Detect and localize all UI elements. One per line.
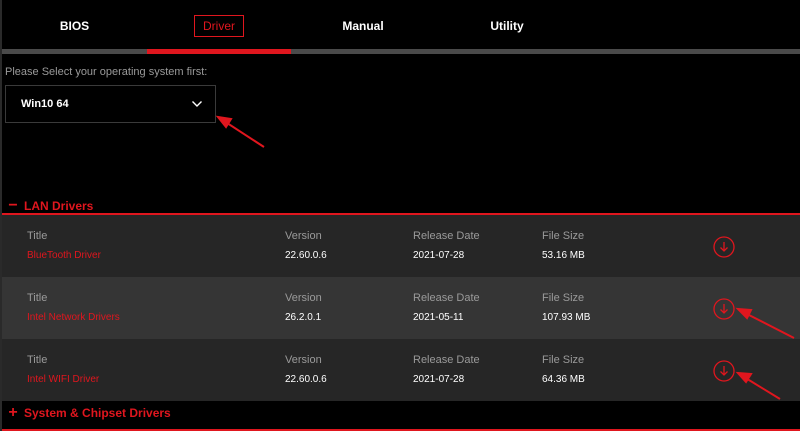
date-cell: Release Date 2021-07-28 xyxy=(413,354,480,385)
section-lan-label: LAN Drivers xyxy=(24,199,94,213)
table-row: Title Intel WIFI Driver Version 22.60.0.… xyxy=(2,339,800,401)
driver-file-size: 107.93 MB xyxy=(542,312,591,323)
table-row: Title Intel Network Drivers Version 26.2… xyxy=(2,277,800,339)
driver-title[interactable]: BlueTooth Driver xyxy=(27,250,101,261)
release-date-header: Release Date xyxy=(413,354,480,366)
file-size-header: File Size xyxy=(542,354,585,366)
version-cell: Version 22.60.0.6 xyxy=(285,230,327,261)
os-select-value: Win10 64 xyxy=(21,98,69,110)
tab-utility-label: Utility xyxy=(490,19,524,33)
table-row: Title BlueTooth Driver Version 22.60.0.6… xyxy=(2,215,800,277)
download-icon[interactable] xyxy=(713,236,735,258)
title-header: Title xyxy=(27,354,48,366)
active-tab-indicator xyxy=(147,49,291,54)
date-cell: Release Date 2021-07-28 xyxy=(413,230,480,261)
file-size-header: File Size xyxy=(542,292,585,304)
driver-title[interactable]: Intel Network Drivers xyxy=(27,312,120,323)
title-cell: Title Intel WIFI Driver xyxy=(27,354,99,385)
version-header: Version xyxy=(285,354,322,366)
annotation-arrow xyxy=(223,120,265,148)
chevron-down-icon xyxy=(192,101,202,107)
tab-utility[interactable]: Utility xyxy=(435,0,579,54)
driver-file-size: 64.36 MB xyxy=(542,374,585,385)
tab-divider xyxy=(2,49,800,54)
section-chipset-label: System & Chipset Drivers xyxy=(24,406,171,420)
release-date-header: Release Date xyxy=(413,230,480,242)
driver-release-date: 2021-07-28 xyxy=(413,250,465,261)
size-cell: File Size 53.16 MB xyxy=(542,230,585,261)
driver-release-date: 2021-07-28 xyxy=(413,374,465,385)
expand-icon: + xyxy=(8,404,18,421)
file-size-header: File Size xyxy=(542,230,585,242)
download-icon[interactable] xyxy=(713,298,735,320)
driver-release-date: 2021-05-11 xyxy=(413,312,464,323)
title-header: Title xyxy=(27,292,48,304)
driver-version: 22.60.0.6 xyxy=(285,250,327,261)
release-date-header: Release Date xyxy=(413,292,480,304)
annotation-arrowhead xyxy=(215,115,233,129)
tab-bios-label: BIOS xyxy=(59,19,90,33)
title-header: Title xyxy=(27,230,48,242)
driver-page: BIOS Driver Manual Utility Please Select… xyxy=(0,0,800,431)
tab-driver[interactable]: Driver xyxy=(147,0,291,54)
tab-manual[interactable]: Manual xyxy=(291,0,435,54)
version-header: Version xyxy=(285,230,322,242)
section-chipset-header[interactable]: + System & Chipset Drivers xyxy=(2,403,171,423)
version-cell: Version 22.60.0.6 xyxy=(285,354,327,385)
version-header: Version xyxy=(285,292,322,304)
size-cell: File Size 107.93 MB xyxy=(542,292,590,323)
size-cell: File Size 64.36 MB xyxy=(542,354,585,385)
tab-manual-label: Manual xyxy=(342,19,384,33)
title-cell: Title BlueTooth Driver xyxy=(27,230,101,261)
driver-title[interactable]: Intel WIFI Driver xyxy=(27,374,99,385)
driver-version: 26.2.0.1 xyxy=(285,312,322,323)
os-select[interactable]: Win10 64 xyxy=(5,85,216,123)
date-cell: Release Date 2021-05-11 xyxy=(413,292,480,323)
download-icon[interactable] xyxy=(713,360,735,382)
driver-file-size: 53.16 MB xyxy=(542,250,585,261)
title-cell: Title Intel Network Drivers xyxy=(27,292,120,323)
tab-driver-label: Driver xyxy=(194,15,244,37)
tab-bar: BIOS Driver Manual Utility xyxy=(2,0,800,54)
version-cell: Version 26.2.0.1 xyxy=(285,292,322,323)
tab-bios[interactable]: BIOS xyxy=(2,0,147,54)
os-prompt: Please Select your operating system firs… xyxy=(5,66,208,78)
driver-version: 22.60.0.6 xyxy=(285,374,327,385)
